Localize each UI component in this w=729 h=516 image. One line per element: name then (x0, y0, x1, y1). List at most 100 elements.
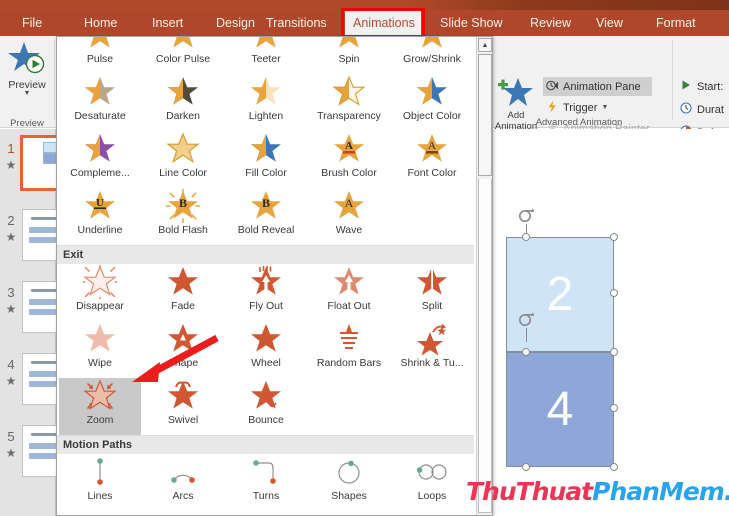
slide-thumbnail-3[interactable]: 3 ★ (0, 279, 64, 337)
gallery-item-label: Teeter (251, 53, 281, 65)
gallery-scroll-track[interactable] (478, 179, 492, 513)
gallery-item-loops[interactable]: Loops (391, 454, 473, 511)
path-shapes-icon (308, 454, 390, 490)
rotate-handle-icon-2[interactable] (517, 311, 535, 329)
gallery-item-color-pulse[interactable]: Color Pulse (142, 37, 224, 74)
slide-thumbnail-4[interactable]: 4 ★ (0, 351, 64, 409)
gallery-item-spin[interactable]: Spin (308, 37, 390, 74)
animation-star-icon[interactable]: ★ (5, 303, 17, 315)
gallery-item-swivel[interactable]: Swivel (142, 378, 224, 435)
selection-handle[interactable] (610, 463, 618, 471)
star-complement-icon (59, 131, 141, 167)
ribbon-tab-view[interactable]: View (588, 10, 628, 36)
gallery-item-label: Brush Color (321, 167, 377, 179)
ribbon-tab-animations[interactable]: Animations (345, 10, 421, 36)
gallery-item-lighten[interactable]: Lighten (225, 74, 307, 131)
gallery-item-lines[interactable]: Lines (59, 454, 141, 511)
ribbon-tab-format[interactable]: Format (648, 10, 700, 36)
start-dropdown[interactable]: Start: (680, 76, 723, 97)
gallery-item-bounce[interactable]: Bounce (225, 378, 307, 435)
gallery-item-turns[interactable]: Turns (225, 454, 307, 511)
gallery-item-disappear[interactable]: Disappear (59, 264, 141, 321)
preview-button[interactable]: Preview ▼ (2, 38, 52, 116)
slide-thumbnail-5[interactable]: 5 ★ (0, 423, 64, 481)
gallery-item-grow-shrink[interactable]: Grow/Shrink (391, 37, 473, 74)
gallery-item-wave[interactable]: A Wave (308, 188, 390, 245)
ribbon-tab-file[interactable]: File (14, 10, 50, 36)
gallery-item-shapes[interactable]: Shapes (308, 454, 390, 511)
selection-handle[interactable] (522, 348, 530, 356)
ribbon-tab-home[interactable]: Home (76, 10, 124, 36)
gallery-item-fill-color[interactable]: Fill Color (225, 131, 307, 188)
slide-shape-4[interactable]: 4 (506, 352, 614, 467)
selection-handle[interactable] (610, 233, 618, 241)
gallery-item-fade[interactable]: Fade (142, 264, 224, 321)
gallery-item-line-color[interactable]: Line Color (142, 131, 224, 188)
gallery-item-label: Disappear (76, 300, 124, 312)
gallery-item-float-out[interactable]: Float Out (308, 264, 390, 321)
gallery-item-desaturate[interactable]: Desaturate (59, 74, 141, 131)
gallery-item-wipe[interactable]: Wipe (59, 321, 141, 378)
selection-handle[interactable] (610, 348, 618, 356)
gallery-item-shape[interactable]: Shape (142, 321, 224, 378)
selection-handle[interactable] (522, 463, 530, 471)
gallery-item-wheel[interactable]: Wheel (225, 321, 307, 378)
animation-pane-label: Animation Pane (563, 80, 641, 93)
exit-swivel-icon (142, 378, 224, 414)
animation-star-icon[interactable]: ★ (5, 231, 17, 243)
gallery-item-bold-flash[interactable]: B Bold Flash (142, 188, 224, 245)
gallery-item-underline[interactable]: U Underline (59, 188, 141, 245)
gallery-item-darken[interactable]: Darken (142, 74, 224, 131)
gallery-item-transparency[interactable]: Transparency (308, 74, 390, 131)
slide-number: 5 (7, 429, 15, 444)
thumb-body-line (29, 453, 59, 459)
gallery-scroll-thumb[interactable] (478, 54, 492, 176)
gallery-item-zoom[interactable]: Zoom (59, 378, 141, 435)
animation-star-icon[interactable]: ★ (5, 375, 17, 387)
slide-canvas[interactable]: 2 4 (494, 129, 729, 516)
selection-handle[interactable] (610, 289, 618, 297)
selection-handle[interactable] (522, 233, 530, 241)
slide-thumbnail-1[interactable]: 1 ★ (0, 135, 66, 193)
gallery-item-compleme[interactable]: Compleme... (59, 131, 141, 188)
gallery-item-object-color[interactable]: Object Color (391, 74, 473, 131)
rotate-handle-icon[interactable] (517, 207, 535, 225)
slide-number: 3 (7, 285, 15, 300)
animation-star-icon[interactable]: ★ (5, 447, 17, 459)
gallery-item-label: Float Out (327, 300, 371, 312)
gallery-item-bold-reveal[interactable]: B Bold Reveal (225, 188, 307, 245)
gallery-scrollbar[interactable]: ▲ (476, 37, 492, 515)
exit-float-out-icon (308, 264, 390, 300)
emphasis-star-icon (391, 37, 473, 53)
ribbon-tab-review[interactable]: Review (522, 10, 574, 36)
thumb-body-line (29, 371, 59, 377)
gallery-item-font-color[interactable]: A Font Color (391, 131, 473, 188)
gallery-item-split[interactable]: Split (391, 264, 473, 321)
gallery-item-random-bars[interactable]: Random Bars (308, 321, 390, 378)
duration-field[interactable]: Durat (680, 99, 724, 120)
gallery-item-label: Shape (167, 357, 199, 369)
gallery-item-pulse[interactable]: Pulse (59, 37, 141, 74)
gallery-item-label: Fill Color (245, 167, 287, 179)
gallery-item-shrink-tu[interactable]: Shrink & Tu... (391, 321, 473, 378)
animation-pane-button[interactable]: Animation Pane (543, 77, 652, 96)
gallery-item-arcs[interactable]: Arcs (142, 454, 224, 511)
gallery-item-fly-out[interactable]: Fly Out (225, 264, 307, 321)
slide-shape-2[interactable]: 2 (506, 237, 614, 352)
svg-text:B: B (262, 196, 270, 210)
animation-star-icon[interactable]: ★ (5, 159, 17, 171)
gallery-item-brush-color[interactable]: A Brush Color (308, 131, 390, 188)
slide-thumbnail-panel[interactable]: 1 ★ 2 ★ 3 ★ 4 ★ 5 ★ (0, 129, 66, 516)
gallery-item-teeter[interactable]: Teeter (225, 37, 307, 74)
trigger-button[interactable]: Trigger ▼ (543, 98, 633, 117)
chevron-down-icon[interactable]: ▼ (601, 104, 608, 111)
preview-dropdown-caret[interactable]: ▼ (2, 90, 52, 97)
ribbon-tab-slide-show[interactable]: Slide Show (432, 10, 504, 36)
ribbon-tab-design[interactable]: Design (208, 10, 260, 36)
gallery-scroll-up-button[interactable]: ▲ (478, 38, 492, 52)
animation-gallery-dropdown[interactable]: ▲ Pulse Color Pulse Teeter Spin Grow/Shrink D… (56, 36, 493, 516)
slide-thumbnail-2[interactable]: 2 ★ (0, 207, 64, 265)
ribbon-tab-insert[interactable]: Insert (144, 10, 190, 36)
selection-handle[interactable] (610, 404, 618, 412)
ribbon-tab-transitions[interactable]: Transitions (258, 10, 334, 36)
